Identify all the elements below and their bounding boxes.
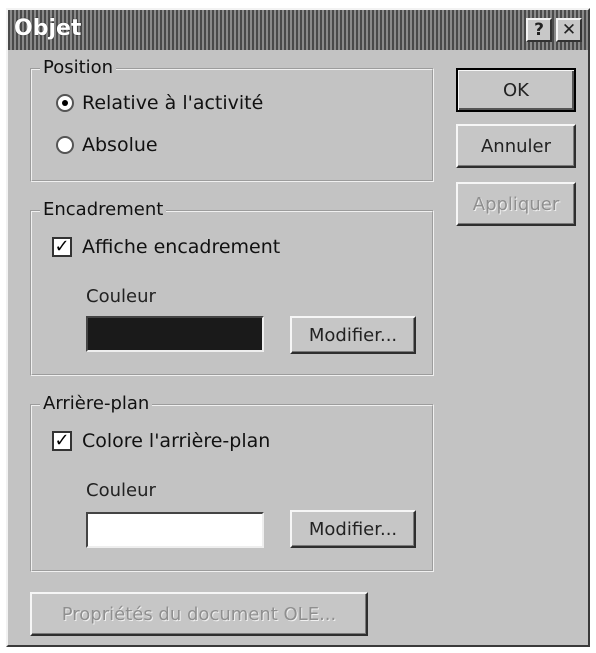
encadrement-couleur-label: Couleur — [86, 286, 156, 307]
window-title: Objet — [14, 16, 82, 41]
close-icon: ✕ — [561, 20, 577, 40]
position-legend: Position — [40, 57, 117, 79]
checkbox-checked-icon: ✓ — [52, 237, 72, 257]
arriere-plan-group: Arrière-plan ✓ Colore l'arrière-plan Cou… — [30, 393, 434, 572]
radio-absolue-label: Absolue — [82, 134, 158, 156]
checkbox-colore-arriere-plan[interactable]: ✓ Colore l'arrière-plan — [52, 430, 270, 452]
title-bar[interactable]: Objet ? ✕ — [8, 10, 588, 50]
ok-label: OK — [503, 79, 529, 101]
encadrement-modifier-button[interactable]: Modifier... — [290, 316, 416, 354]
ole-properties-button[interactable]: Propriétés du document OLE... — [30, 592, 368, 636]
close-button[interactable]: ✕ — [556, 18, 582, 42]
help-icon: ? — [534, 20, 544, 40]
arriere-plan-legend: Arrière-plan — [40, 393, 153, 415]
affiche-encadrement-label: Affiche encadrement — [82, 236, 281, 258]
checkbox-checked-icon: ✓ — [52, 431, 72, 451]
encadrement-modifier-label: Modifier... — [308, 324, 398, 346]
colore-arriere-plan-label: Colore l'arrière-plan — [82, 430, 271, 452]
ole-properties-label: Propriétés du document OLE... — [61, 603, 337, 625]
ok-button[interactable]: OK — [456, 68, 576, 112]
radio-selected-icon — [56, 94, 74, 112]
encadrement-color-swatch — [86, 316, 264, 352]
checkbox-affiche-encadrement[interactable]: ✓ Affiche encadrement — [52, 236, 280, 258]
position-group: Position Relative à l'activité Absolue — [30, 57, 434, 182]
cancel-label: Annuler — [480, 135, 551, 157]
encadrement-legend: Encadrement — [40, 199, 167, 221]
objet-dialog: Objet ? ✕ Position Relative à l'activité… — [6, 8, 590, 647]
encadrement-group: Encadrement ✓ Affiche encadrement Couleu… — [30, 199, 434, 376]
arriere-plan-color-swatch — [86, 512, 264, 548]
arriere-plan-modifier-button[interactable]: Modifier... — [290, 510, 416, 548]
cancel-button[interactable]: Annuler — [456, 124, 576, 168]
radio-absolue[interactable]: Absolue — [56, 134, 158, 156]
radio-relative-label: Relative à l'activité — [82, 92, 264, 114]
radio-unselected-icon — [56, 136, 74, 154]
radio-relative-activite[interactable]: Relative à l'activité — [56, 92, 263, 114]
apply-label: Appliquer — [472, 193, 560, 215]
apply-button[interactable]: Appliquer — [456, 182, 576, 226]
arriere-plan-modifier-label: Modifier... — [308, 518, 398, 540]
help-button[interactable]: ? — [526, 18, 552, 42]
arriere-plan-couleur-label: Couleur — [86, 480, 156, 501]
